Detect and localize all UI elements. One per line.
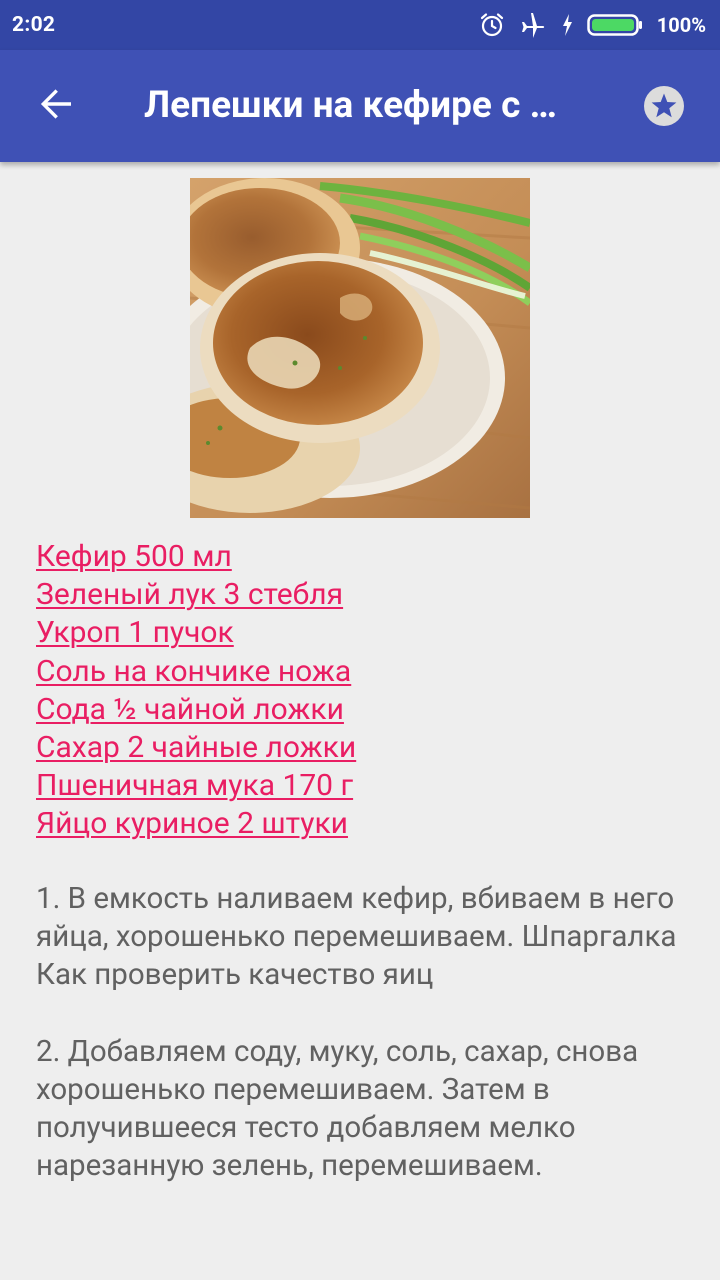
- back-button[interactable]: [26, 76, 86, 136]
- ingredient-link[interactable]: Сода ½ чайной ложки: [36, 691, 696, 729]
- ingredient-link[interactable]: Зеленый лук 3 стебля: [36, 576, 696, 614]
- page-title: Лепешки на кефире с …: [144, 84, 557, 127]
- status-icons: 100%: [479, 12, 706, 38]
- favorite-button[interactable]: [636, 80, 692, 136]
- recipe-photo: [190, 178, 530, 518]
- ingredient-link[interactable]: Укроп 1 пучок: [36, 614, 696, 652]
- ingredient-link[interactable]: Соль на кончике ножа: [36, 653, 696, 691]
- step-text: 1. В емкость наливаем кефир, вбиваем в н…: [36, 882, 677, 993]
- ingredient-link[interactable]: Кефир 500 мл: [36, 538, 696, 576]
- airplane-mode-icon: [519, 12, 547, 38]
- status-time: 2:02: [12, 13, 56, 37]
- ingredients-list: Кефир 500 мл Зеленый лук 3 стебля Укроп …: [36, 538, 696, 844]
- battery-icon: [587, 12, 643, 38]
- ingredient-link[interactable]: Яйцо куриное 2 штуки: [36, 805, 696, 843]
- star-icon: [643, 85, 685, 131]
- recipe-steps: 1. В емкость наливаем кефир, вбиваем в н…: [36, 880, 696, 1223]
- ingredient-link[interactable]: Пшеничная мука 170 г: [36, 767, 696, 805]
- arrow-back-icon: [38, 86, 74, 126]
- app-bar: Лепешки на кефире с …: [0, 50, 720, 162]
- status-bar: 2:02 100%: [0, 0, 720, 50]
- charging-icon: [561, 13, 573, 37]
- step-text: 2. Добавляем соду, муку, соль, сахар, сн…: [36, 1034, 639, 1184]
- ingredient-link[interactable]: Сахар 2 чайные ложки: [36, 729, 696, 767]
- alarm-icon: [479, 12, 505, 38]
- battery-percentage: 100%: [656, 13, 706, 37]
